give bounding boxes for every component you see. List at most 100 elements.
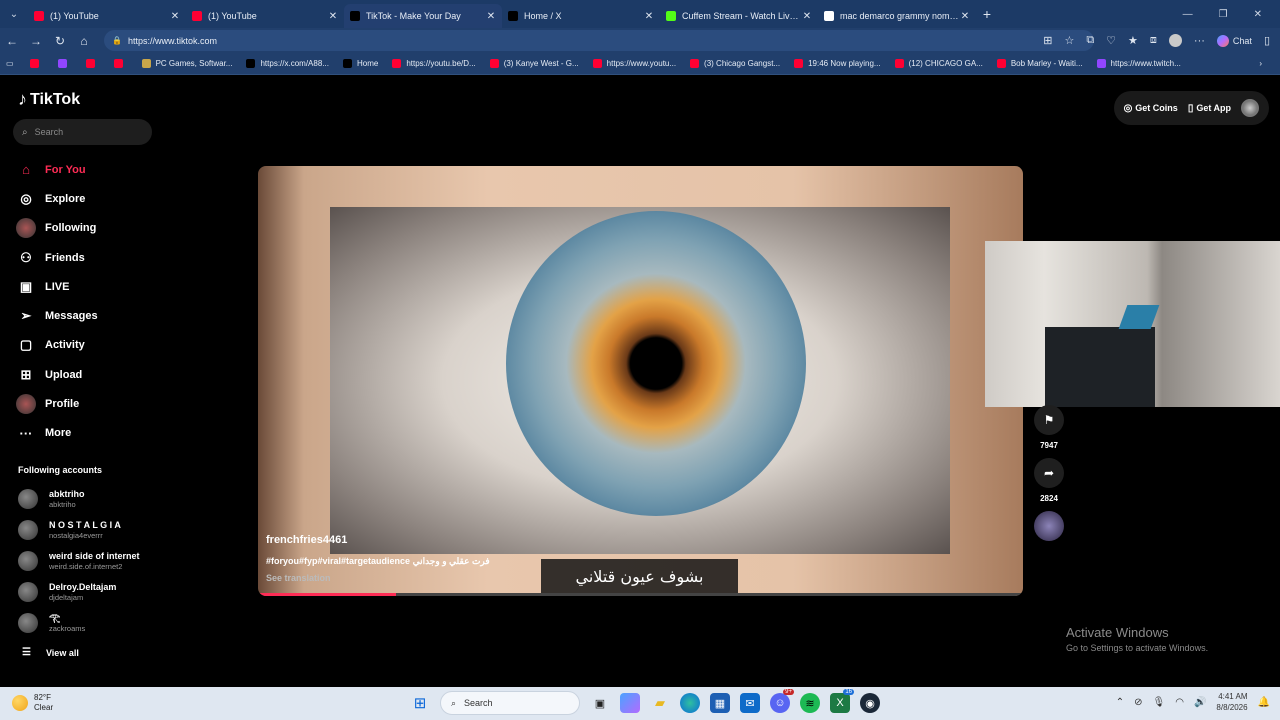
taskbar-search[interactable]: ⌕ Search — [440, 691, 580, 715]
settings-more-icon[interactable]: ··· — [1194, 35, 1205, 47]
close-tab-icon[interactable]: ✕ — [328, 11, 338, 22]
view-all-link[interactable]: ☰ View all — [22, 647, 79, 658]
weather-widget[interactable]: 82°F Clear — [12, 693, 53, 713]
nav-item-friends[interactable]: ⚇ Friends — [16, 243, 156, 272]
nav-item-label: Friends — [45, 251, 85, 264]
task-view-icon[interactable]: ▣ — [590, 693, 610, 713]
bookmark-item[interactable]: https://www.youtu... — [592, 59, 676, 68]
share-icon[interactable]: ➦ — [1034, 458, 1064, 488]
network-status-icon[interactable]: ⊘ — [1134, 697, 1142, 708]
tab-actions-menu-icon[interactable]: ⌄ — [0, 0, 28, 28]
close-tab-icon[interactable]: ✕ — [802, 11, 812, 22]
microphone-icon[interactable]: 🎙 — [1153, 697, 1166, 708]
following-account[interactable]: weird side of internet weird.side.of.inte… — [18, 547, 158, 575]
address-bar[interactable]: 🔒 https://www.tiktok.com — [104, 30, 1094, 51]
bookmark-item[interactable]: 19:46 Now playing... — [794, 59, 881, 68]
edge-browser-icon[interactable] — [680, 693, 700, 713]
bookmark-item[interactable]: PC Games, Softwar... — [141, 59, 232, 68]
tray-overflow-chevron-icon[interactable]: ⌃ — [1116, 697, 1124, 708]
copilot-chat-button[interactable]: Chat — [1216, 34, 1252, 47]
spotify-icon[interactable]: ≋ — [800, 693, 820, 713]
excel-icon[interactable]: X 16 — [830, 689, 854, 713]
tiktok-logo[interactable]: ♪ TikTok — [18, 89, 80, 110]
bookmark-item[interactable]: https://www.twitch... — [1096, 59, 1181, 68]
close-tab-icon[interactable]: ✕ — [960, 11, 970, 22]
nav-item-explore[interactable]: ◎ Explore — [16, 184, 156, 213]
browser-tab[interactable]: Cuffem Stream - Watch Live on Ki✕ — [660, 4, 818, 28]
video-author[interactable]: frenchfries4461 — [266, 534, 347, 546]
close-tab-icon[interactable]: ✕ — [170, 11, 180, 22]
restore-icon[interactable]: ❐ — [1219, 9, 1228, 20]
speaker-icon[interactable]: 🔊 — [1194, 697, 1206, 708]
store-icon[interactable]: ▦ — [710, 693, 730, 713]
copilot-app-icon[interactable] — [620, 693, 640, 713]
outlook-icon[interactable]: ✉ — [740, 693, 760, 713]
video-progress-bar[interactable] — [258, 593, 1023, 596]
browser-tab[interactable]: Home / X ✕ — [502, 4, 660, 28]
steam-icon[interactable]: ◉ — [860, 693, 880, 713]
minimize-icon[interactable]: — — [1183, 9, 1193, 20]
browser-tab[interactable]: mac demarco grammy nomination✕ — [818, 4, 976, 28]
nav-item-live[interactable]: ▣ LIVE — [16, 272, 156, 301]
bookmark-item[interactable]: https://x.com/A88... — [246, 59, 329, 68]
video-frame — [330, 207, 950, 554]
get-coins-button[interactable]: ◎ Get Coins — [1124, 103, 1178, 114]
bookmark-item[interactable] — [113, 59, 128, 68]
favorite-star-icon[interactable]: ☆ — [1064, 34, 1074, 47]
nav-item-activity[interactable]: ▢ Activity — [16, 331, 156, 360]
browser-tab[interactable]: (1) YouTube ✕ — [186, 4, 344, 28]
see-translation-link[interactable]: See translation — [266, 573, 331, 583]
close-tab-icon[interactable]: ✕ — [644, 11, 654, 22]
favorites-icon[interactable]: ★ — [1128, 34, 1138, 47]
nav-item-more[interactable]: ··· More — [16, 419, 156, 448]
sidebar-toggle-icon[interactable]: ▯ — [1264, 34, 1270, 47]
following-account[interactable]: abktriho abktriho — [18, 485, 158, 513]
browser-tab[interactable]: (1) YouTube ✕ — [28, 4, 186, 28]
file-explorer-icon[interactable]: ▰ — [650, 693, 670, 713]
nav-item-upload[interactable]: ⊞ Upload — [16, 360, 156, 389]
collections-icon[interactable]: ⧈ — [1150, 34, 1157, 47]
search-input[interactable]: ⌕ Search — [13, 119, 152, 145]
refresh-icon[interactable]: ↻ — [48, 34, 72, 48]
notifications-bell-icon[interactable]: 🔔 — [1258, 697, 1270, 708]
profile-avatar[interactable] — [1168, 34, 1182, 47]
close-window-icon[interactable]: ✕ — [1254, 9, 1262, 20]
bookmark-folder-icon[interactable]: ▭ — [6, 59, 14, 68]
bookmark-item[interactable]: Bob Marley - Waiti... — [996, 59, 1083, 68]
discord-icon[interactable]: ☺ 9+ — [770, 689, 794, 713]
bookmark-item[interactable]: (12) CHICAGO GA... — [894, 59, 983, 68]
bookmark-item[interactable] — [57, 59, 72, 68]
nav-item-profile[interactable]: ● Profile — [16, 389, 156, 418]
video-player[interactable]: frenchfries4461 #foryou#fyp#viral#target… — [258, 166, 1023, 596]
bookmark-item[interactable]: (3) Chicago Gangst... — [690, 59, 780, 68]
bookmarks-overflow-chevron-icon[interactable]: › — [1259, 59, 1262, 68]
wifi-icon[interactable]: ◠ — [1175, 697, 1184, 708]
following-account[interactable]: Delroy.Deltajam djdeltajam — [18, 578, 158, 606]
bookmark-item[interactable] — [29, 59, 44, 68]
extensions-icon[interactable]: ⧉ — [1086, 34, 1094, 47]
clock[interactable]: 4:41 AM 8/8/2026 — [1216, 691, 1247, 713]
browser-tab[interactable]: TikTok - Make Your Day ✕ — [344, 4, 502, 28]
bookmark-item[interactable]: Home — [342, 59, 378, 68]
music-disc-icon[interactable] — [1034, 511, 1064, 541]
following-account[interactable]: N O S T A L G I Anostalgia4everrr — [18, 516, 158, 544]
app-available-icon[interactable]: ⊞ — [1043, 34, 1052, 47]
start-windows-icon[interactable]: ⊞ — [410, 693, 430, 713]
bookmark-item[interactable]: https://youtu.be/D... — [392, 59, 476, 68]
following-account[interactable]: 𓂀 zackroams — [18, 609, 158, 637]
forward-icon[interactable]: → — [24, 34, 48, 48]
nav-item-for-you[interactable]: ⌂ For You — [16, 155, 156, 184]
nav-item-following[interactable]: ● Following — [16, 214, 156, 243]
nav-item-messages[interactable]: ➢ Messages — [16, 301, 156, 330]
back-icon[interactable]: ← — [0, 34, 24, 48]
new-tab-button[interactable]: + — [976, 6, 998, 22]
home-icon[interactable]: ⌂ — [72, 34, 96, 48]
close-tab-icon[interactable]: ✕ — [486, 11, 496, 22]
get-app-button[interactable]: ▯ Get App — [1188, 103, 1231, 114]
game-icon — [141, 59, 151, 68]
bookmark-icon[interactable]: ⚑ — [1034, 405, 1064, 435]
bookmark-item[interactable] — [85, 59, 100, 68]
bookmark-item[interactable]: (3) Kanye West - G... — [489, 59, 579, 68]
user-avatar[interactable] — [1241, 99, 1259, 117]
browser-essentials-icon[interactable]: ♡ — [1106, 34, 1116, 47]
